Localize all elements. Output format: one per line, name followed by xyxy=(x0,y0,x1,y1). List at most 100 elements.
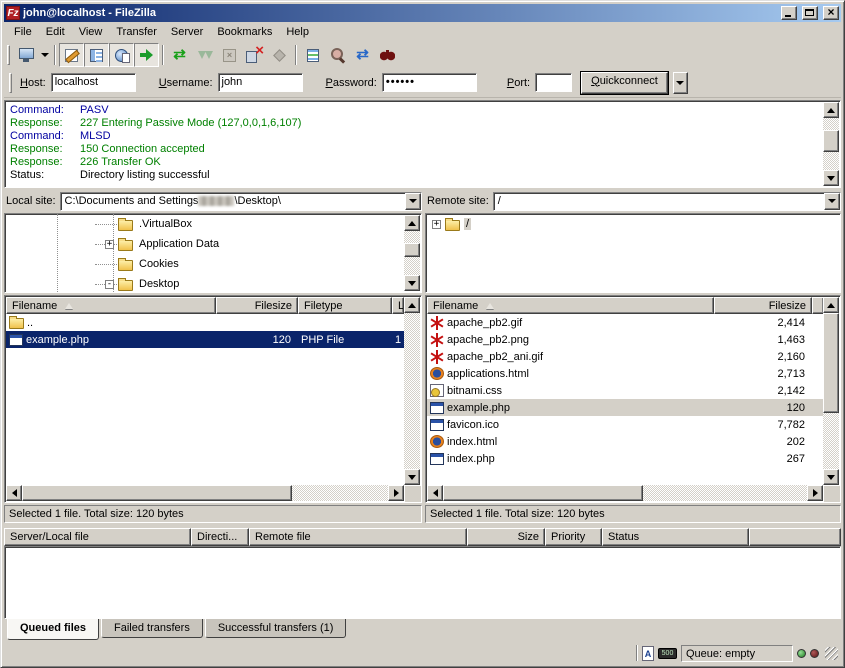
scroll-down-button[interactable] xyxy=(404,469,420,485)
scrollbar-thumb[interactable] xyxy=(22,485,292,501)
log-scrollbar[interactable] xyxy=(823,102,839,186)
tab-successful-transfers[interactable]: Successful transfers (1) xyxy=(205,619,347,638)
directory-comparison-button[interactable] xyxy=(325,43,350,67)
menu-item-view[interactable]: View xyxy=(72,24,110,40)
toggle-message-log-button[interactable] xyxy=(59,43,84,67)
menu-item-transfer[interactable]: Transfer xyxy=(109,24,164,40)
host-input[interactable]: localhost xyxy=(51,73,136,92)
scroll-left-button[interactable] xyxy=(6,485,22,501)
file-row[interactable]: index.php 267 xyxy=(427,450,823,467)
file-row-parent-dir[interactable]: .. xyxy=(6,314,404,331)
message-log-icon xyxy=(65,49,78,62)
column-header-filesize[interactable]: Filesize xyxy=(714,297,812,314)
site-manager-button[interactable] xyxy=(13,43,38,67)
toolbar-grip[interactable] xyxy=(7,45,10,65)
quickconnect-grip[interactable] xyxy=(9,73,12,93)
scrollbar-thumb[interactable] xyxy=(443,485,643,501)
combo-dropdown-button[interactable] xyxy=(405,193,421,210)
username-input[interactable]: john xyxy=(218,73,303,92)
column-header-last-modified[interactable]: L xyxy=(392,297,404,314)
tree-item-application-data[interactable]: + Application Data xyxy=(5,234,421,254)
file-row[interactable]: favicon.ico 7,782 xyxy=(427,416,823,433)
quickconnect-button[interactable]: Quickconnect xyxy=(581,72,668,94)
scroll-up-button[interactable] xyxy=(823,297,839,313)
local-list-hscrollbar[interactable] xyxy=(6,485,404,501)
scroll-down-button[interactable] xyxy=(823,170,839,186)
scrollbar-thumb[interactable] xyxy=(404,243,420,257)
scroll-up-button[interactable] xyxy=(823,102,839,118)
maximize-button[interactable] xyxy=(802,6,818,20)
scrollbar-thumb[interactable] xyxy=(823,130,839,152)
local-path-combobox[interactable]: C:\Documents and Settings\Desktop\ xyxy=(60,192,422,211)
resize-grip[interactable] xyxy=(825,647,838,660)
file-row[interactable]: bitnami.css 2,142 xyxy=(427,382,823,399)
close-button[interactable] xyxy=(823,6,839,20)
speed-limit-icon[interactable] xyxy=(658,648,677,659)
file-row[interactable]: apache_pb2.png 1,463 xyxy=(427,331,823,348)
menu-item-bookmarks[interactable]: Bookmarks xyxy=(210,24,279,40)
column-header-filesize[interactable]: Filesize xyxy=(216,297,298,314)
scroll-down-button[interactable] xyxy=(823,469,839,485)
file-row-example-php[interactable]: example.php 120 PHP File 1 xyxy=(6,331,404,348)
title-bar[interactable]: Fz john@localhost - FileZilla xyxy=(4,4,841,22)
column-header-filename[interactable]: Filename xyxy=(6,297,216,314)
cancel-operation-button[interactable]: × xyxy=(217,43,242,67)
menu-item-server[interactable]: Server xyxy=(164,24,210,40)
local-list-vscrollbar[interactable] xyxy=(404,297,420,485)
column-header-size[interactable]: Size xyxy=(467,528,545,546)
column-header-priority[interactable]: Priority xyxy=(545,528,602,546)
column-header-filename[interactable]: Filename xyxy=(427,297,714,314)
find-files-button[interactable] xyxy=(375,43,400,67)
combo-dropdown-button[interactable] xyxy=(824,193,840,210)
refresh-button[interactable]: ⇄ xyxy=(167,43,192,67)
local-tree-scrollbar[interactable] xyxy=(404,215,420,291)
column-header-server-local-file[interactable]: Server/Local file xyxy=(4,528,191,546)
scrollbar-thumb[interactable] xyxy=(823,313,839,413)
ascii-transfer-type-icon[interactable] xyxy=(642,646,654,661)
column-header-direction[interactable]: Directi... xyxy=(191,528,249,546)
remote-list-vscrollbar[interactable] xyxy=(823,297,839,485)
site-manager-dropdown-button[interactable] xyxy=(38,43,51,67)
column-header-remote-file[interactable]: Remote file xyxy=(249,528,467,546)
disconnect-button[interactable] xyxy=(242,43,267,67)
toggle-local-tree-button[interactable] xyxy=(84,43,109,67)
port-input[interactable] xyxy=(535,73,572,92)
scroll-down-button[interactable] xyxy=(404,275,420,291)
log-line: Response:227 Entering Passive Mode (127,… xyxy=(10,117,819,130)
file-row[interactable]: index.html 202 xyxy=(427,433,823,450)
tree-item-root[interactable]: + / xyxy=(426,214,840,234)
toggle-transfer-queue-button[interactable] xyxy=(134,43,159,67)
menu-item-help[interactable]: Help xyxy=(279,24,316,40)
file-row[interactable]: apache_pb2.gif 2,414 xyxy=(427,314,823,331)
scroll-right-button[interactable] xyxy=(807,485,823,501)
file-row-example-php[interactable]: example.php 120 xyxy=(427,399,823,416)
password-input[interactable]: •••••• xyxy=(382,73,477,92)
remote-list-hscrollbar[interactable] xyxy=(427,485,823,501)
tab-queued-files[interactable]: Queued files xyxy=(7,619,99,640)
remote-path-combobox[interactable]: / xyxy=(493,192,841,211)
column-header-status[interactable]: Status xyxy=(602,528,749,546)
file-row[interactable]: apache_pb2_ani.gif 2,160 xyxy=(427,348,823,365)
collapse-icon[interactable]: - xyxy=(105,280,114,289)
reconnect-button[interactable] xyxy=(267,43,292,67)
quickconnect-dropdown-button[interactable] xyxy=(673,72,688,94)
synchronized-browsing-button[interactable]: ⇄ xyxy=(350,43,375,67)
directory-listing-filters-button[interactable] xyxy=(300,43,325,67)
expand-icon[interactable]: + xyxy=(432,220,441,229)
scroll-up-button[interactable] xyxy=(404,215,420,231)
scroll-right-button[interactable] xyxy=(388,485,404,501)
tree-item-virtualbox[interactable]: .VirtualBox xyxy=(5,214,421,234)
scroll-up-button[interactable] xyxy=(404,297,420,313)
scroll-left-button[interactable] xyxy=(427,485,443,501)
tree-item-cookies[interactable]: Cookies xyxy=(5,254,421,274)
menu-item-edit[interactable]: Edit xyxy=(39,24,72,40)
menu-item-file[interactable]: File xyxy=(7,24,39,40)
tab-failed-transfers[interactable]: Failed transfers xyxy=(101,619,203,638)
column-header-filetype[interactable]: Filetype xyxy=(298,297,392,314)
toggle-remote-tree-button[interactable] xyxy=(109,43,134,67)
tree-item-desktop[interactable]: - Desktop xyxy=(5,274,421,293)
file-row[interactable]: applications.html 2,713 xyxy=(427,365,823,382)
expand-icon[interactable]: + xyxy=(105,240,114,249)
minimize-button[interactable] xyxy=(781,6,797,20)
process-queue-button[interactable] xyxy=(192,43,217,67)
